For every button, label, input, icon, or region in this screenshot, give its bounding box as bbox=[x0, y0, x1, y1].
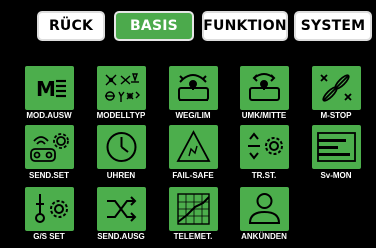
uhren-button[interactable] bbox=[97, 125, 146, 169]
servo-reverse-icon bbox=[249, 73, 280, 101]
fail-safe-icon bbox=[176, 130, 211, 162]
sv-mon-button[interactable] bbox=[312, 125, 361, 169]
m-stop-button[interactable] bbox=[312, 66, 361, 110]
telemetry-icon bbox=[177, 193, 210, 225]
transmitter-output-icon bbox=[107, 196, 137, 222]
mod-ausw-button[interactable]: M bbox=[25, 66, 74, 110]
model-select-icon: M bbox=[36, 77, 66, 101]
modelltyp-button[interactable] bbox=[97, 66, 146, 110]
servo-travel-icon bbox=[178, 74, 209, 101]
send-set-button[interactable] bbox=[25, 125, 74, 169]
ankuenden-button[interactable] bbox=[240, 187, 289, 231]
motor-stop-icon bbox=[320, 74, 352, 102]
tab-funktion[interactable]: FUNKTION bbox=[202, 11, 288, 41]
screen: RÜCK BASIS FUNKTION SYSTEM M MOD.AUSW MO… bbox=[0, 0, 376, 248]
gs-set-button[interactable] bbox=[25, 187, 74, 231]
gyro-settings-icon bbox=[35, 194, 68, 223]
umk-mitte-button[interactable] bbox=[240, 66, 289, 110]
telemet-button[interactable] bbox=[169, 187, 218, 231]
tab-rueck[interactable]: RÜCK bbox=[37, 11, 105, 41]
trim-step-icon bbox=[248, 132, 283, 160]
ankuenden-label: ANKÜNDEN bbox=[241, 232, 287, 241]
clock-icon bbox=[106, 132, 137, 162]
tab-system[interactable]: SYSTEM bbox=[294, 11, 372, 41]
transmitter-settings-icon bbox=[30, 133, 69, 162]
weg-lim-button[interactable] bbox=[169, 66, 218, 110]
servo-monitor-icon bbox=[317, 132, 356, 162]
tab-basis[interactable]: BASIS bbox=[114, 11, 194, 41]
m-stop-label: M-STOP bbox=[320, 111, 352, 120]
tr-st-button[interactable] bbox=[240, 125, 289, 169]
sv-mon-label: Sv-MON bbox=[320, 171, 352, 180]
send-ausg-button[interactable] bbox=[97, 187, 146, 231]
svg-text:M: M bbox=[36, 77, 56, 101]
announcement-icon bbox=[248, 193, 281, 224]
fail-safe-button[interactable] bbox=[169, 125, 218, 169]
model-type-icon bbox=[105, 73, 140, 102]
